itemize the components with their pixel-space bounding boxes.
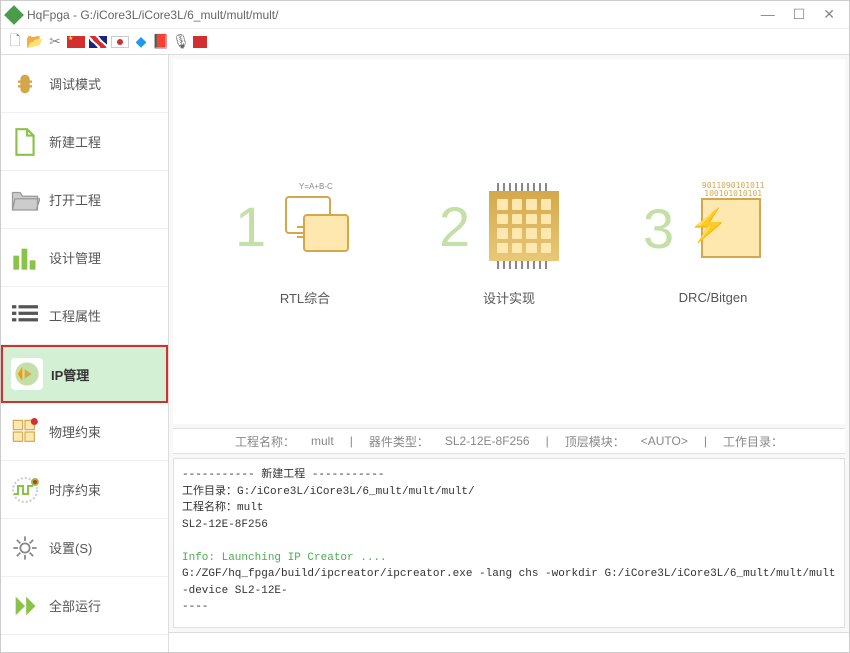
folder-icon <box>9 184 41 216</box>
title-bar: HqFpga - G:/iCore3L/iCore3L/6_mult/mult/… <box>1 1 849 29</box>
sidebar-item-new-project[interactable]: 新建工程 <box>1 113 168 171</box>
flow-step-rtl[interactable]: 1 Y=A+B-C RTL综合 <box>225 176 385 307</box>
content-area: 1 Y=A+B-C RTL综合 2 <box>169 55 849 652</box>
sidebar-item-physical[interactable]: 物理约束 <box>1 403 168 461</box>
sidebar-item-ip-mgmt[interactable]: IP管理 <box>1 345 168 403</box>
bottom-strip <box>169 632 849 652</box>
flow-step-bitgen[interactable]: 3 9011090101011 100101010101 ⚡ DRC/Bitge… <box>633 178 793 305</box>
flag-china-icon[interactable] <box>67 36 85 48</box>
close-button[interactable]: ✕ <box>823 6 835 23</box>
sidebar-label: 工程属性 <box>49 306 101 325</box>
bar-chart-icon <box>9 242 41 274</box>
new-file-icon[interactable]: 🗋 <box>7 34 23 50</box>
list-icon <box>9 300 41 332</box>
status-bar: 工程名称：mult | 器件类型：SL2-12E-8F256 | 顶层模块：<A… <box>173 428 845 454</box>
step-label: RTL综合 <box>225 288 385 307</box>
maximize-button[interactable]: ☐ <box>793 6 806 23</box>
misc-icon[interactable] <box>193 36 207 48</box>
sidebar-item-design-mgmt[interactable]: 设计管理 <box>1 229 168 287</box>
sidebar-item-timing[interactable]: 时序约束 <box>1 461 168 519</box>
sidebar-label: 调试模式 <box>49 74 101 93</box>
sidebar-item-debug[interactable]: 调试模式 <box>1 55 168 113</box>
console-line: SL2-12E-8F256 <box>182 517 836 534</box>
book-icon[interactable]: 📕 <box>153 34 169 50</box>
diamond-icon[interactable]: ◆ <box>133 34 149 50</box>
sidebar-label: 新建工程 <box>49 132 101 151</box>
sidebar-item-run-all[interactable]: 全部运行 <box>1 577 168 635</box>
play-all-icon <box>9 590 41 622</box>
sidebar-label: 设置(S) <box>49 538 92 557</box>
step-number: 3 <box>643 196 674 261</box>
grid-icon <box>9 416 41 448</box>
sidebar-label: 打开工程 <box>49 190 101 209</box>
console-output[interactable]: ----------- 新建工程 ----------- 工作目录：G:/iCo… <box>173 458 845 628</box>
minimize-button[interactable]: — <box>761 6 775 23</box>
step-label: 设计实现 <box>429 288 589 307</box>
console-line: ---- <box>182 599 836 616</box>
flag-uk-icon[interactable] <box>89 36 107 48</box>
window-controls: — ☐ ✕ <box>761 6 843 23</box>
rtl-icon: Y=A+B-C <box>285 196 355 256</box>
sidebar-label: 设计管理 <box>49 248 101 267</box>
console-line: ----------- 新建工程 ----------- <box>182 467 836 484</box>
document-icon <box>9 126 41 158</box>
sidebar-item-open-project[interactable]: 打开工程 <box>1 171 168 229</box>
sidebar: 调试模式 新建工程 打开工程 设计管理 工程属性 <box>1 55 169 652</box>
microphone-icon[interactable]: 🎙 <box>173 34 189 50</box>
bug-icon <box>9 68 41 100</box>
app-icon <box>4 5 24 25</box>
console-line: G:/ZGF/hq_fpga/build/ipcreator/ipcreator… <box>182 566 836 599</box>
step-number: 1 <box>235 194 266 259</box>
console-line: 工作目录：G:/iCore3L/iCore3L/6_mult/mult/mult… <box>182 484 836 501</box>
flow-step-impl[interactable]: 2 设计实现 <box>429 176 589 307</box>
sidebar-item-properties[interactable]: 工程属性 <box>1 287 168 345</box>
sidebar-item-settings[interactable]: 设置(S) <box>1 519 168 577</box>
toolbar: 🗋 📂 ✂ ◆ 📕 🎙 <box>1 29 849 55</box>
sidebar-label: IP管理 <box>51 365 89 384</box>
sidebar-label: 全部运行 <box>49 596 101 615</box>
window-title: HqFpga - G:/iCore3L/iCore3L/6_mult/mult/… <box>27 8 761 22</box>
chip-icon <box>489 191 559 261</box>
open-folder-icon[interactable]: 📂 <box>27 34 43 50</box>
scissors-icon[interactable]: ✂ <box>47 34 63 50</box>
console-line: 工程名称：mult <box>182 500 836 517</box>
step-label: DRC/Bitgen <box>633 290 793 305</box>
console-line-info: Info: Launching IP Creator .... <box>182 550 836 567</box>
bitgen-icon: 9011090101011 100101010101 ⚡ <box>701 198 761 258</box>
sidebar-label: 时序约束 <box>49 480 101 499</box>
ip-icon <box>11 358 43 390</box>
sidebar-label: 物理约束 <box>49 422 101 441</box>
waveform-icon <box>9 474 41 506</box>
step-number: 2 <box>439 194 470 259</box>
gear-icon <box>9 532 41 564</box>
flag-japan-icon[interactable] <box>111 36 129 48</box>
flow-area: 1 Y=A+B-C RTL综合 2 <box>173 59 845 424</box>
